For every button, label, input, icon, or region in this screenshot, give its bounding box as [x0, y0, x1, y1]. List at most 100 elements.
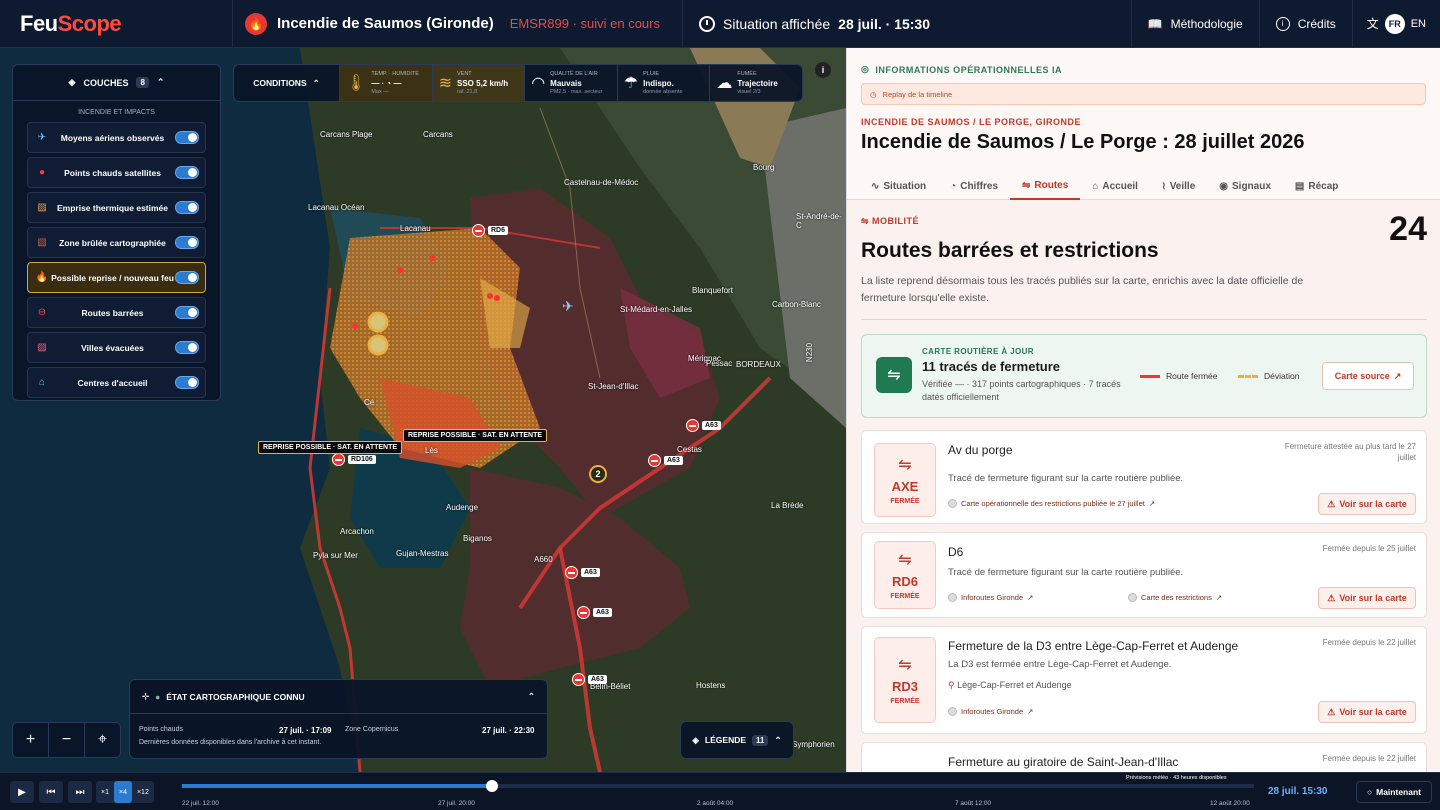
- layer-toggle[interactable]: [175, 376, 199, 389]
- place-label: Cestas: [677, 445, 702, 454]
- view-on-map-button[interactable]: ⚠ Voir sur la carte: [1318, 701, 1416, 723]
- layer-label: Centres d'accueil: [77, 377, 148, 388]
- layer-hotspots[interactable]: ● Points chauds satellites: [27, 157, 206, 188]
- cluster-marker[interactable]: 2: [589, 465, 607, 483]
- document-icon: ▤: [1294, 180, 1305, 192]
- timeline-bar: ▶ ⏮ ⏭ ×1 ×4 ×12 Prévisions météo · 43 he…: [0, 772, 1440, 810]
- methodology-button[interactable]: 📖 Méthodologie: [1132, 0, 1260, 48]
- layer-toggle[interactable]: [175, 306, 199, 319]
- locate-icon[interactable]: ⌖: [85, 723, 120, 757]
- warning-icon: ⚠: [1327, 706, 1336, 717]
- flame-icon: 🔥: [35, 272, 49, 283]
- view-on-map-button[interactable]: ⚠ Voir sur la carte: [1318, 493, 1416, 515]
- place-label: Bourg: [753, 163, 775, 172]
- reprise-tag[interactable]: REPRISE POSSIBLE · SAT. EN ATTENTE: [403, 429, 548, 442]
- zoom-out-button[interactable]: −: [49, 723, 85, 757]
- layers-title: COUCHES: [83, 77, 129, 88]
- road-closure-marker[interactable]: A63: [577, 606, 612, 619]
- tab-signaux[interactable]: ◉ Signaux: [1207, 172, 1283, 200]
- tab-veille[interactable]: ≀ Veille: [1150, 172, 1207, 200]
- routes-content[interactable]: ⇋ MOBILITÉ 24 Routes barrées et restrict…: [847, 200, 1440, 772]
- conditions-header[interactable]: CONDITIONS ⌃: [234, 65, 340, 101]
- no-entry-icon: [648, 454, 661, 467]
- step-back-button[interactable]: ⏮: [39, 781, 63, 803]
- source-link[interactable]: Inforoutes Gironde ↗: [948, 593, 1033, 602]
- external-link-icon: ↗: [1148, 499, 1156, 508]
- road-closure-marker[interactable]: RD6: [472, 224, 509, 237]
- tab-chiffres[interactable]: ◔ Chiffres: [938, 172, 1010, 200]
- layer-toggle[interactable]: [175, 271, 199, 284]
- layer-roads[interactable]: ⊖ Routes barrées: [27, 297, 206, 328]
- credits-button[interactable]: i Crédits: [1260, 0, 1353, 48]
- closure-card: Fermeture au giratoire de Saint-Jean-d'I…: [861, 742, 1427, 772]
- layer-shelters[interactable]: ⌂ Centres d'accueil: [27, 367, 206, 398]
- chevron-up-icon[interactable]: ⌃: [157, 77, 165, 88]
- zoom-in-button[interactable]: +: [13, 723, 49, 757]
- step-forward-button[interactable]: ⏭: [68, 781, 92, 803]
- cond-wind: ≋ VENT SSO 5,2 km/h raf. 21,8: [432, 65, 526, 101]
- legend-count: 11: [752, 734, 769, 746]
- tab-recap[interactable]: ▤ Récap: [1283, 172, 1350, 200]
- source-link[interactable]: Carte opérationnelle des restrictions pu…: [948, 499, 1155, 508]
- speed-x1[interactable]: ×1: [96, 781, 114, 803]
- speed-x4[interactable]: ×4: [113, 781, 132, 803]
- source-map-button[interactable]: Carte source ↗: [1322, 362, 1414, 390]
- now-label: Maintenant: [1376, 787, 1421, 797]
- panel-title: Incendie de Saumos / Le Porge : 28 juill…: [861, 131, 1305, 153]
- summary-desc: Vérifiée — · 317 points cartographiques …: [922, 379, 1121, 402]
- legend-detour-label: Déviation: [1264, 371, 1300, 381]
- etat-title: ÉTAT CARTOGRAPHIQUE CONNU: [166, 691, 305, 702]
- road-closure-marker[interactable]: RD106: [332, 453, 376, 466]
- tab-situation[interactable]: ∿ Situation: [859, 172, 938, 200]
- place-label: St-Médard-en-Jalles: [620, 305, 693, 314]
- cond-value: Indispo.: [643, 78, 674, 88]
- layer-thermal[interactable]: ▨ Emprise thermique estimée: [27, 192, 206, 223]
- language-switch[interactable]: 文 FR EN: [1353, 0, 1440, 48]
- view-on-map-button[interactable]: ⚠ Voir sur la carte: [1318, 587, 1416, 609]
- place-label: Symphorien: [792, 740, 835, 749]
- layer-evacuated[interactable]: ▨ Villes évacuées: [27, 332, 206, 363]
- road-closure-marker[interactable]: A63: [648, 454, 683, 467]
- road-closure-marker[interactable]: A63: [565, 566, 600, 579]
- timeline-track[interactable]: [182, 780, 1254, 792]
- layers-header[interactable]: ◈ COUCHES 8 ⌃: [13, 65, 220, 101]
- layer-toggle[interactable]: [175, 131, 199, 144]
- reprise-tag[interactable]: REPRISE POSSIBLE · SAT. EN ATTENTE: [258, 441, 403, 454]
- timeline-handle[interactable]: [486, 780, 498, 792]
- speed-x12[interactable]: ×12: [132, 781, 154, 803]
- source-link[interactable]: Inforoutes Gironde ↗: [948, 707, 1033, 716]
- tab-routes[interactable]: ⇋ Routes: [1010, 172, 1081, 200]
- tab-accueil[interactable]: ⌂ Accueil: [1080, 172, 1150, 200]
- layer-reprise[interactable]: 🔥 Possible reprise / nouveau feu: [27, 262, 206, 293]
- cond-sub: donnée absente: [643, 88, 683, 95]
- clock-icon: ◷: [870, 89, 877, 99]
- lang-en[interactable]: EN: [1411, 18, 1426, 30]
- legend-button[interactable]: ◈ LÉGENDE 11 ⌃: [680, 721, 794, 759]
- layer-toggle[interactable]: [175, 201, 199, 214]
- road-closure-marker[interactable]: A63: [572, 673, 607, 686]
- plane-icon[interactable]: ✈: [562, 298, 574, 315]
- layer-label: Zone brûlée cartographiée: [59, 237, 166, 248]
- timeline-label: 27 juil. 20:00: [438, 800, 475, 807]
- layer-burned[interactable]: ▧ Zone brûlée cartographiée: [27, 227, 206, 258]
- road-closure-marker[interactable]: A63: [686, 419, 721, 432]
- layer-toggle[interactable]: [175, 166, 199, 179]
- layer-toggle[interactable]: [175, 236, 199, 249]
- layer-toggle[interactable]: [175, 341, 199, 354]
- source-link[interactable]: Carte des restrictions ↗: [1128, 593, 1222, 602]
- play-button[interactable]: ▶: [10, 781, 34, 803]
- map-info-icon[interactable]: i: [815, 62, 831, 78]
- layer-label: Possible reprise / nouveau feu: [51, 272, 174, 283]
- now-button[interactable]: ○ Maintenant: [1356, 781, 1432, 803]
- place-label: Carcans: [423, 130, 453, 139]
- logo[interactable]: Feu Scope: [0, 0, 233, 48]
- burned-icon: ▧: [37, 237, 47, 248]
- lang-fr[interactable]: FR: [1384, 13, 1405, 34]
- source-logo-icon: [948, 593, 957, 602]
- closure-name: Fermeture de la D3 entre Lège-Cap-Ferret…: [948, 639, 1239, 653]
- layer-aerial[interactable]: ✈ Moyens aériens observés: [27, 122, 206, 153]
- etat-header[interactable]: ⊹ ● ÉTAT CARTOGRAPHIQUE CONNU ⌃: [130, 680, 547, 714]
- warning-icon: ⚠: [1327, 498, 1336, 509]
- situation-value: 28 juil. · 15:30: [838, 15, 930, 32]
- chevron-up-icon[interactable]: ⌃: [528, 691, 535, 702]
